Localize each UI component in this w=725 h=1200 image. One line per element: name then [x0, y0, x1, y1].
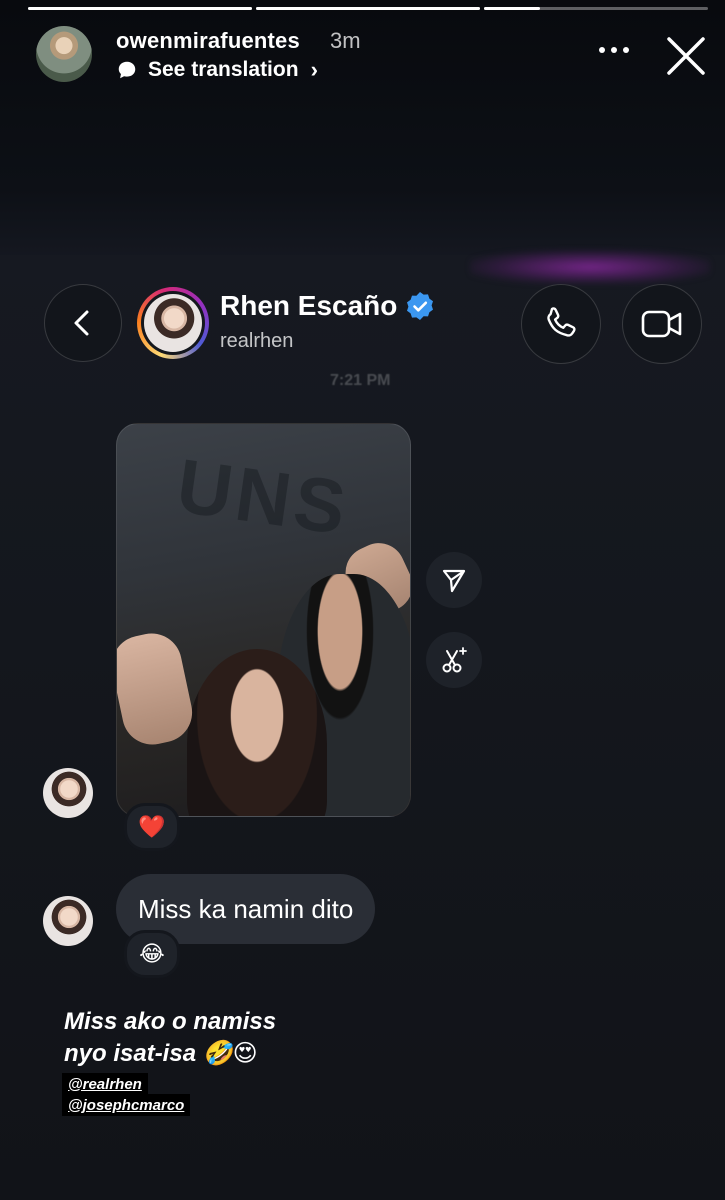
sender-avatar[interactable] [43, 768, 93, 818]
contact-name-row[interactable]: Rhen Escaño [220, 290, 435, 322]
call-button[interactable] [521, 284, 601, 364]
story-avatar[interactable] [36, 26, 92, 82]
ai-edit-button[interactable] [426, 632, 482, 688]
see-translation-label: See translation [148, 58, 299, 81]
contact-photo [144, 294, 202, 352]
photo-peace-sign-hand [117, 627, 198, 751]
mention-tag[interactable]: @josephcmarco [62, 1094, 191, 1116]
story-time: 3m [330, 28, 361, 53]
chevron-right-icon: › [310, 57, 318, 82]
story-progress-bar-1 [28, 7, 252, 10]
phone-icon [547, 307, 576, 337]
video-call-button[interactable] [622, 284, 702, 364]
caption-line-2: nyo isat-isa 🤣😍 [64, 1040, 258, 1067]
speech-bubble-icon [118, 61, 136, 79]
sender-avatar[interactable] [43, 896, 93, 946]
chevron-left-icon [74, 310, 89, 336]
more-icon[interactable] [596, 40, 632, 60]
contact-name: Rhen Escaño [220, 290, 398, 321]
photo-background-sign: UNS [171, 443, 355, 552]
laugh-reaction[interactable]: 😂 [124, 930, 180, 978]
share-button[interactable] [426, 552, 482, 608]
story-caption: Miss ako o namiss nyo isat-isa 🤣😍 [64, 1006, 276, 1070]
message-timestamp: 7:21 PM [330, 372, 391, 389]
shared-photo-message[interactable]: UNS [116, 423, 411, 817]
video-camera-icon [641, 310, 682, 338]
verified-badge-icon [407, 292, 434, 320]
see-translation-button[interactable]: See translation › [116, 57, 318, 83]
close-icon[interactable] [665, 35, 707, 77]
back-button[interactable] [44, 284, 122, 362]
contact-avatar[interactable] [137, 287, 209, 359]
contact-handle: realrhen [220, 330, 294, 352]
caption-line-1: Miss ako o namiss [64, 1008, 277, 1035]
blurred-highlight [470, 250, 710, 284]
mention-tag[interactable]: @realrhen [62, 1073, 148, 1095]
scissors-sparkle-icon [442, 647, 467, 673]
story-username[interactable]: owenmirafuentes [116, 28, 300, 54]
heart-reaction[interactable]: ❤️ [124, 803, 180, 851]
story-progress-bar-3 [484, 7, 708, 10]
story-progress-bar-2 [256, 7, 480, 10]
send-icon [442, 569, 466, 593]
